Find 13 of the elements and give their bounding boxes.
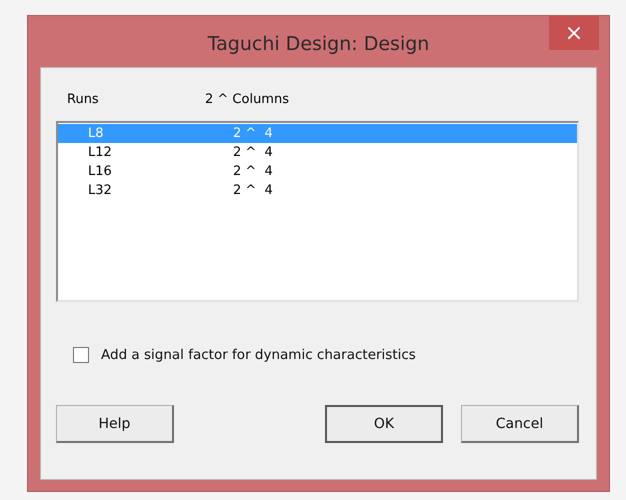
dialog-button[interactable]: Cancel (461, 405, 579, 443)
column-header: Runs (67, 92, 100, 108)
checkbox[interactable] (73, 347, 89, 363)
dialog-button[interactable]: OK (325, 405, 443, 443)
column-header: 2 ^ Columns (205, 92, 289, 108)
runs-list[interactable]: L8 2 ^ 4 L12 2 ^ 4 L16 2 ^ 4 L32 2 ^ 4 (56, 121, 579, 302)
checkbox-label[interactable]: Add a signal factor for dynamic characteristics (101, 347, 416, 363)
list-row[interactable]: L16 2 ^ 4 (58, 162, 577, 181)
list-row[interactable]: L12 2 ^ 4 (58, 143, 577, 162)
window-title: Taguchi Design: Design (208, 32, 430, 54)
list-row[interactable]: L32 2 ^ 4 (58, 181, 577, 200)
close-button[interactable]: × (549, 16, 599, 50)
dialog-button[interactable]: Help (56, 405, 174, 443)
